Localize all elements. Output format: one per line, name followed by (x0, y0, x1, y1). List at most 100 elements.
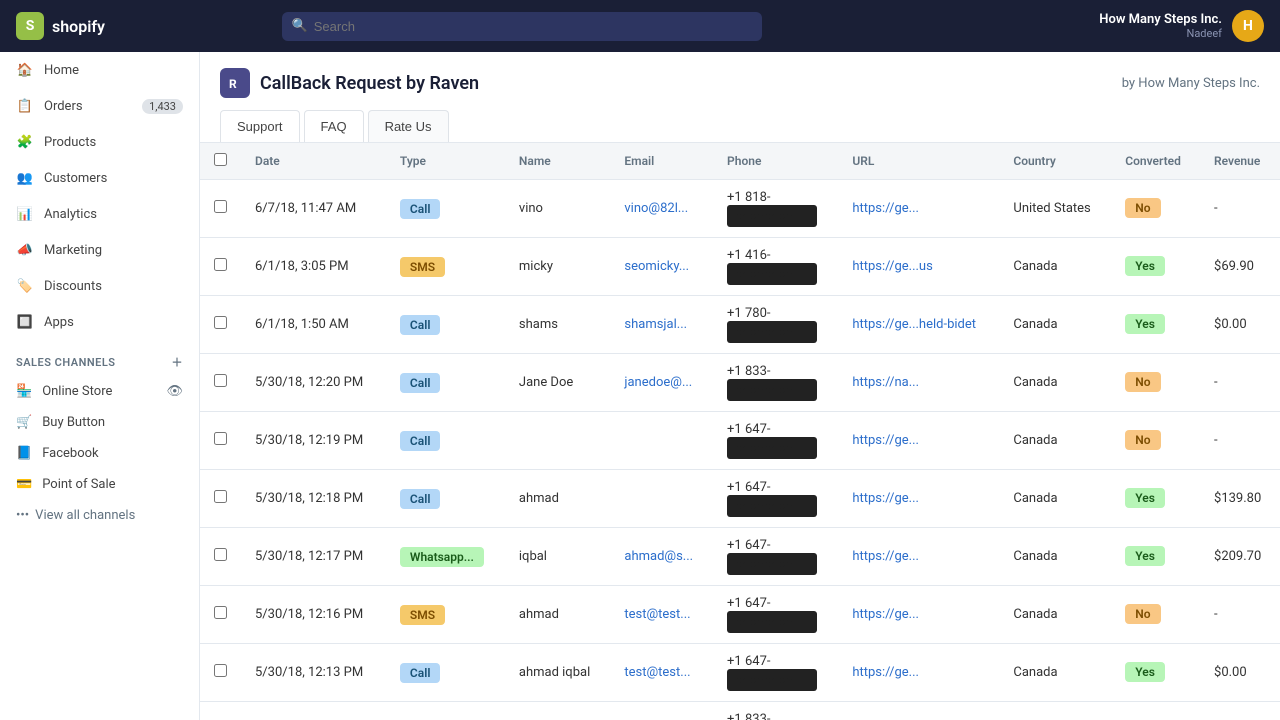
url-link[interactable]: https://ge...held-bidet (852, 317, 976, 332)
converted-cell: Yes (1111, 528, 1200, 586)
converted-badge: No (1125, 198, 1160, 218)
converted-cell: Yes (1111, 644, 1200, 702)
visibility-icon[interactable]: 👁 (166, 384, 183, 399)
email-link[interactable]: ahmad@s... (624, 549, 693, 564)
sidebar-item-marketing[interactable]: 📣 Marketing (0, 232, 199, 268)
apps-icon: 🔲 (16, 313, 34, 331)
date-cell: 5/30/18, 12:17 PM (241, 528, 386, 586)
app-header: R CallBack Request by Raven by How Many … (200, 52, 1280, 143)
url-link[interactable]: https://ge... (852, 491, 919, 506)
country-cell: Canada (999, 238, 1111, 296)
email-link[interactable]: seomicky... (624, 259, 689, 274)
email-link[interactable]: test@test... (624, 665, 690, 680)
date-cell: 6/1/18, 1:50 AM (241, 296, 386, 354)
url-link[interactable]: https://ge... (852, 607, 919, 622)
sidebar-item-home[interactable]: 🏠 Home (0, 52, 199, 88)
tab-support[interactable]: Support (220, 110, 300, 142)
sidebar-item-apps[interactable]: 🔲 Apps (0, 304, 199, 340)
country-cell: Canada (999, 354, 1111, 412)
phone-cell: +1 647-●●●●●●●● (713, 644, 838, 702)
url-link[interactable]: https://ge... (852, 201, 919, 216)
sidebar-item-products[interactable]: 🧩 Products (0, 124, 199, 160)
date-cell: 5/30/18, 12:13 PM (241, 644, 386, 702)
channel-item-point-of-sale[interactable]: 💳 Point of Sale (0, 469, 199, 500)
row-checkbox[interactable] (214, 432, 227, 445)
view-all-channels[interactable]: ••• View all channels (0, 500, 199, 531)
sidebar-item-analytics[interactable]: 📊 Analytics (0, 196, 199, 232)
url-link[interactable]: https://ge...us (852, 259, 932, 274)
row-checkbox[interactable] (214, 664, 227, 677)
email-link[interactable]: shamsjal... (624, 317, 687, 332)
channel-item-facebook[interactable]: 📘 Facebook (0, 438, 199, 469)
row-checkbox[interactable] (214, 258, 227, 271)
row-checkbox[interactable] (214, 606, 227, 619)
row-checkbox[interactable] (214, 374, 227, 387)
search-icon: 🔍 (292, 19, 308, 34)
row-checkbox-cell (200, 238, 241, 296)
country-cell: Canada (999, 470, 1111, 528)
sidebar-item-orders[interactable]: 📋 Orders 1,433 (0, 88, 199, 124)
date-cell: 5/30/18, 12:19 PM (241, 412, 386, 470)
col-header-4: Email (610, 143, 713, 180)
tab-rate[interactable]: Rate Us (368, 110, 449, 142)
add-channel-icon[interactable]: ＋ (172, 354, 184, 370)
name-cell (505, 412, 610, 470)
row-checkbox[interactable] (214, 490, 227, 503)
type-cell: SMS (386, 238, 505, 296)
channel-item-online-store[interactable]: 🏪 Online Store 👁 (0, 376, 199, 407)
search-input[interactable] (282, 12, 762, 41)
email-cell: seomicky... (610, 238, 713, 296)
converted-cell: No (1111, 180, 1200, 238)
email-cell: ahmad@s... (610, 528, 713, 586)
row-checkbox[interactable] (214, 316, 227, 329)
row-checkbox[interactable] (214, 548, 227, 561)
email-cell: shamsjal... (610, 296, 713, 354)
home-icon: 🏠 (16, 61, 34, 79)
type-cell: Call (386, 644, 505, 702)
col-header-2: Type (386, 143, 505, 180)
sidebar-item-label: Marketing (44, 243, 102, 258)
phone-cell: +1 780-●●●●●●●● (713, 296, 838, 354)
email-link[interactable]: vino@82l... (624, 201, 688, 216)
shopify-logo[interactable]: S shopify (16, 12, 105, 40)
avatar[interactable]: H (1232, 10, 1264, 42)
row-checkbox[interactable] (214, 200, 227, 213)
url-cell: https://ge... (838, 586, 999, 644)
url-link[interactable]: https://ge... (852, 433, 919, 448)
sidebar-item-customers[interactable]: 👥 Customers (0, 160, 199, 196)
channel-label: Point of Sale (42, 477, 115, 492)
table-wrapper: DateTypeNameEmailPhoneURLCountryConverte… (200, 143, 1280, 720)
url-link[interactable]: https://ge... (852, 549, 919, 564)
url-link[interactable]: https://ge... (852, 665, 919, 680)
view-all-label: View all channels (35, 508, 135, 523)
country-cell: Canada (999, 702, 1111, 720)
row-checkbox-cell (200, 180, 241, 238)
name-cell: iqbal (505, 528, 610, 586)
row-checkbox-cell (200, 644, 241, 702)
converted-badge: Yes (1125, 488, 1165, 508)
tab-faq[interactable]: FAQ (304, 110, 364, 142)
phone-cell: +1 818-●●●●●●●● (713, 180, 838, 238)
email-link[interactable]: janedoe@... (624, 375, 692, 390)
analytics-icon: 📊 (16, 205, 34, 223)
sidebar-item-discounts[interactable]: 🏷️ Discounts (0, 268, 199, 304)
orders-icon: 📋 (16, 97, 34, 115)
email-link[interactable]: test@test... (624, 607, 690, 622)
url-cell: https://na... (838, 354, 999, 412)
phone-redacted: ●●●●●●●● (727, 263, 817, 285)
type-cell: SMS (386, 586, 505, 644)
name-cell: ahmad (505, 586, 610, 644)
type-cell: Call (386, 470, 505, 528)
url-cell: https://ge...us (838, 238, 999, 296)
sidebar-item-label: Discounts (44, 279, 102, 294)
revenue-cell: $0.00 (1200, 644, 1280, 702)
app-title: R CallBack Request by Raven (220, 68, 479, 98)
app-title-row: R CallBack Request by Raven by How Many … (220, 68, 1260, 98)
table-row: 5/30/18, 12:19 PM Call +1 647-●●●●●●●● h… (200, 412, 1280, 470)
select-all-checkbox[interactable] (214, 153, 227, 166)
type-badge: Call (400, 663, 441, 683)
point-of-sale-icon: 💳 (16, 477, 32, 492)
channel-item-buy-button[interactable]: 🛒 Buy Button (0, 407, 199, 438)
url-link[interactable]: https://na... (852, 375, 919, 390)
search-bar: 🔍 (282, 12, 762, 41)
